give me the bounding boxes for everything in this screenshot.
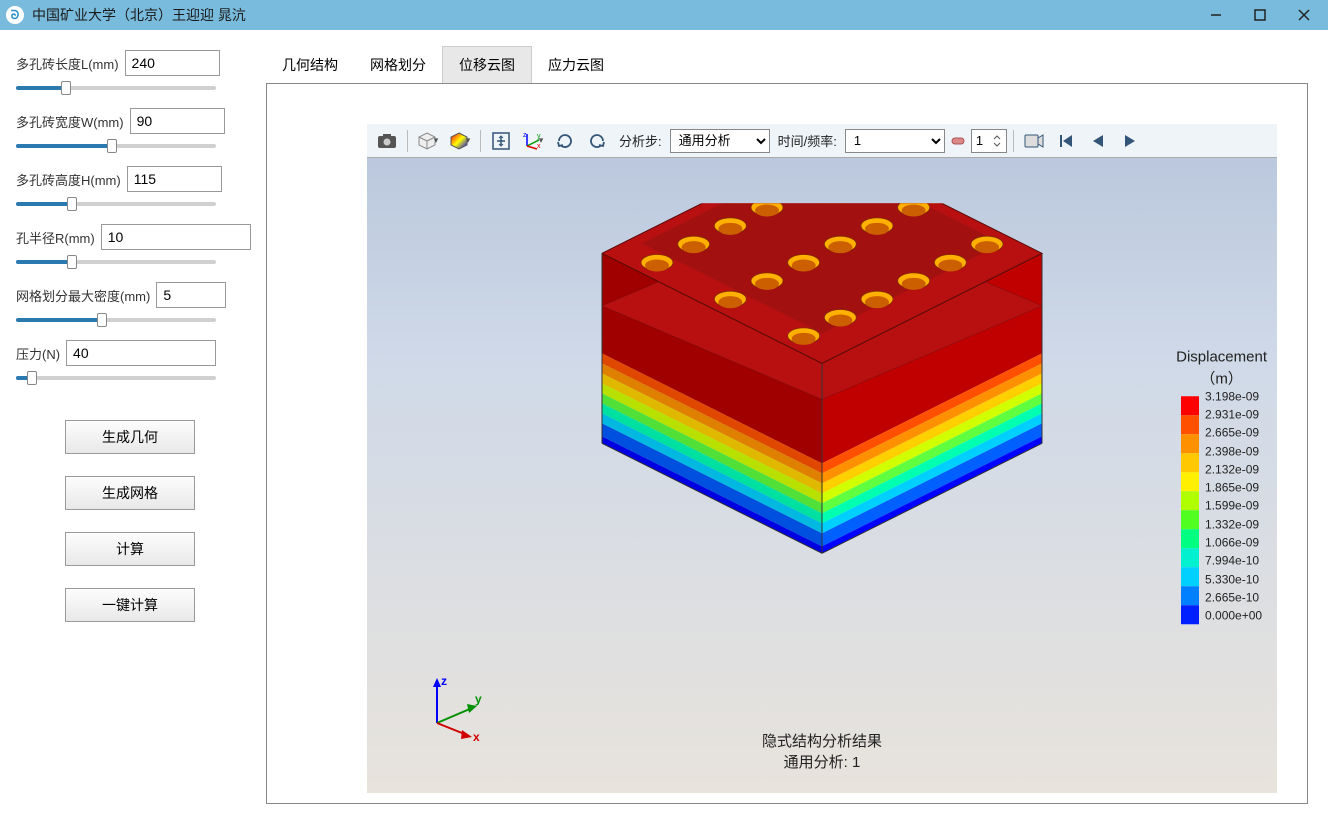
cube-view-icon[interactable]: ▾ <box>414 128 442 154</box>
analysis-step-label: 分析步: <box>615 131 666 150</box>
axes-gizmo: z y x <box>427 673 487 733</box>
fit-view-icon[interactable] <box>487 128 515 154</box>
record-icon[interactable] <box>1020 128 1048 154</box>
param-mesh-label: 网格划分最大密度(mm) <box>16 286 150 305</box>
viewer-toolbar: ▾ ▾ zyx▾ 分析步: 通用分析 时间/频率: 1 1 <box>367 124 1277 158</box>
param-width: 多孔砖宽度W(mm) <box>16 108 244 148</box>
param-mesh: 网格划分最大密度(mm) <box>16 282 244 322</box>
param-height: 多孔砖高度H(mm) <box>16 166 244 206</box>
toolbar-separator <box>480 130 481 152</box>
toolbar-separator <box>1013 130 1014 152</box>
analysis-step-select[interactable]: 通用分析 <box>670 129 770 153</box>
legend-unit: （m） <box>1176 367 1267 388</box>
param-height-label: 多孔砖高度H(mm) <box>16 170 121 189</box>
app-icon: ᘐ <box>6 6 24 24</box>
toolbar-separator <box>407 130 408 152</box>
svg-text:y: y <box>475 692 482 706</box>
result-caption: 隐式结构分析结果 通用分析: 1 <box>762 731 882 773</box>
param-mesh-input[interactable] <box>156 282 226 308</box>
one-click-compute-button[interactable]: 一键计算 <box>65 588 195 622</box>
legend-values: 3.198e-092.931e-092.665e-092.398e-092.13… <box>1205 387 1262 625</box>
result-tabs: 几何结构 网格划分 位移云图 应力云图 <box>266 46 1308 83</box>
rotate-cw-icon[interactable] <box>551 128 579 154</box>
action-button-group: 生成几何 生成网格 计算 一键计算 <box>16 420 244 622</box>
param-radius-label: 孔半径R(mm) <box>16 228 95 247</box>
link-toggle-icon[interactable] <box>949 128 967 154</box>
first-frame-icon[interactable] <box>1052 128 1080 154</box>
tab-geometry[interactable]: 几何结构 <box>266 46 354 83</box>
param-width-input[interactable] <box>130 108 225 134</box>
tab-displacement[interactable]: 位移云图 <box>442 46 532 83</box>
color-legend: Displacement （m） 3.198e-092.931e-092.665… <box>1176 348 1267 625</box>
displacement-contour-plot <box>582 203 1062 606</box>
generate-mesh-button[interactable]: 生成网格 <box>65 476 195 510</box>
param-pressure-input[interactable] <box>66 340 216 366</box>
time-freq-select[interactable]: 1 <box>845 129 945 153</box>
compute-button[interactable]: 计算 <box>65 532 195 566</box>
param-pressure-slider[interactable] <box>16 376 216 380</box>
window-title: 中国矿业大学（北京）王迎迎 晁沆 <box>32 5 1206 25</box>
time-freq-label: 时间/频率: <box>774 131 841 150</box>
prev-frame-icon[interactable] <box>1084 128 1112 154</box>
minimize-button[interactable] <box>1206 5 1226 25</box>
param-height-slider[interactable] <box>16 202 216 206</box>
svg-text:z: z <box>523 132 527 139</box>
screenshot-icon[interactable] <box>373 128 401 154</box>
param-width-label: 多孔砖宽度W(mm) <box>16 112 124 131</box>
tab-mesh[interactable]: 网格划分 <box>354 46 442 83</box>
main-panel: 几何结构 网格划分 位移云图 应力云图 ▾ ▾ zyx▾ 分析步: <box>260 30 1328 814</box>
maximize-button[interactable] <box>1250 5 1270 25</box>
param-radius-input[interactable] <box>101 224 251 250</box>
caption-line2: 通用分析: 1 <box>762 752 882 773</box>
svg-text:x: x <box>473 730 480 744</box>
param-length-slider[interactable] <box>16 86 216 90</box>
parameter-panel: 多孔砖长度L(mm) 多孔砖宽度W(mm) 多孔砖高度H(mm) 孔半径R(mm… <box>0 30 260 814</box>
param-radius-slider[interactable] <box>16 260 216 264</box>
param-pressure-label: 压力(N) <box>16 344 60 363</box>
contour-style-icon[interactable]: ▾ <box>446 128 474 154</box>
param-width-slider[interactable] <box>16 144 216 148</box>
tab-stress[interactable]: 应力云图 <box>532 46 620 83</box>
coord-system-icon[interactable]: zyx▾ <box>519 128 547 154</box>
param-radius: 孔半径R(mm) <box>16 224 244 264</box>
window-controls <box>1206 5 1322 25</box>
viewer-canvas[interactable]: ▾ ▾ zyx▾ 分析步: 通用分析 时间/频率: 1 1 <box>367 124 1277 793</box>
generate-geometry-button[interactable]: 生成几何 <box>65 420 195 454</box>
param-mesh-slider[interactable] <box>16 318 216 322</box>
viewer-frame: ▾ ▾ zyx▾ 分析步: 通用分析 时间/频率: 1 1 <box>266 83 1308 804</box>
param-length-label: 多孔砖长度L(mm) <box>16 54 119 73</box>
frame-spinner[interactable]: 1 <box>971 129 1007 153</box>
close-button[interactable] <box>1294 5 1314 25</box>
param-height-input[interactable] <box>127 166 222 192</box>
param-length-input[interactable] <box>125 50 220 76</box>
next-frame-icon[interactable] <box>1116 128 1144 154</box>
rotate-ccw-icon[interactable] <box>583 128 611 154</box>
legend-colorbar <box>1181 396 1199 625</box>
param-length: 多孔砖长度L(mm) <box>16 50 244 90</box>
caption-line1: 隐式结构分析结果 <box>762 731 882 752</box>
title-bar: ᘐ 中国矿业大学（北京）王迎迎 晁沆 <box>0 0 1328 30</box>
legend-title: Displacement <box>1176 348 1267 365</box>
param-pressure: 压力(N) <box>16 340 244 380</box>
svg-text:z: z <box>441 674 447 688</box>
